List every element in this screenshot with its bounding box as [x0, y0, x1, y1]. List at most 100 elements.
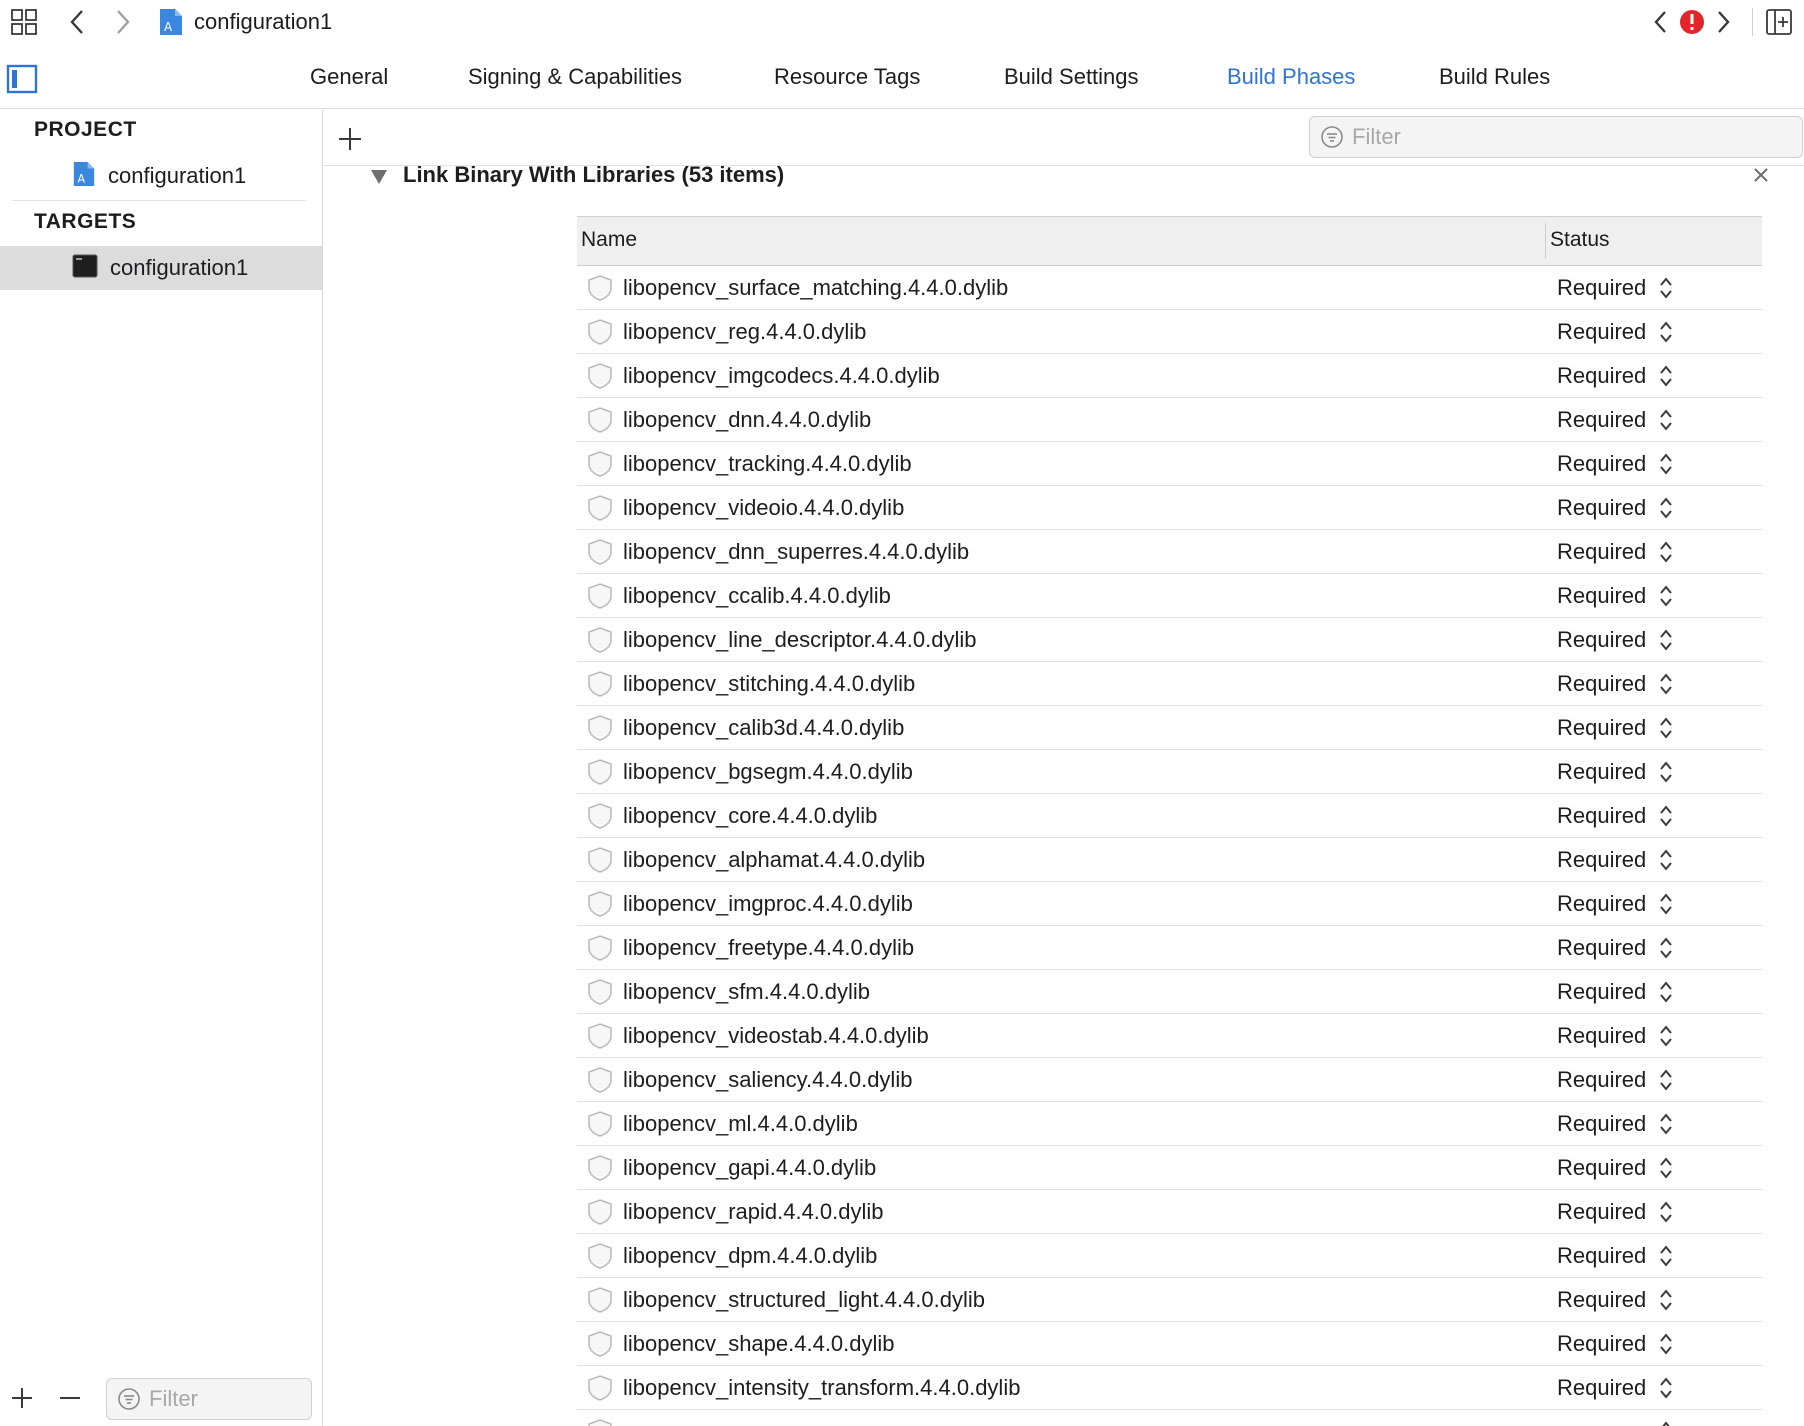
tab-signing-capabilities[interactable]: Signing & Capabilities	[468, 64, 682, 90]
grid-icon[interactable]	[8, 6, 40, 38]
library-status[interactable]: Required	[1557, 319, 1646, 345]
add-target-icon[interactable]	[10, 1386, 34, 1415]
status-stepper-icon[interactable]	[1658, 847, 1674, 878]
library-status[interactable]: Required	[1557, 1067, 1646, 1093]
error-badge-icon[interactable]	[1678, 6, 1706, 38]
status-stepper-icon[interactable]	[1658, 715, 1674, 746]
library-status[interactable]: Required	[1557, 847, 1646, 873]
table-row[interactable]: libopencv_tracking.4.4.0.dylib Required	[577, 442, 1762, 486]
library-status[interactable]: Required	[1557, 671, 1646, 697]
table-row[interactable]: libopencv_bgsegm.4.4.0.dylib Required	[577, 750, 1762, 794]
status-stepper-icon[interactable]	[1658, 451, 1674, 482]
status-stepper-icon[interactable]	[1658, 935, 1674, 966]
column-header-name[interactable]: Name	[581, 228, 637, 252]
disclosure-triangle-icon[interactable]	[369, 168, 389, 191]
table-row[interactable]: libopencv_stitching.4.4.0.dylib Required	[577, 662, 1762, 706]
tab-build-rules[interactable]: Build Rules	[1439, 64, 1550, 90]
status-stepper-icon[interactable]	[1658, 1111, 1674, 1142]
forward-chevron-icon[interactable]	[110, 6, 136, 38]
sidebar-filter-field[interactable]: Filter	[106, 1378, 312, 1420]
phase-filter-field[interactable]: Filter	[1309, 116, 1803, 158]
table-row[interactable]	[577, 1410, 1762, 1426]
table-row[interactable]: libopencv_gapi.4.4.0.dylib Required	[577, 1146, 1762, 1190]
remove-target-icon[interactable]	[58, 1386, 82, 1415]
table-row[interactable]: libopencv_dpm.4.4.0.dylib Required	[577, 1234, 1762, 1278]
status-stepper-icon[interactable]	[1658, 1067, 1674, 1098]
library-status[interactable]: Required	[1557, 803, 1646, 829]
table-row[interactable]: libopencv_line_descriptor.4.4.0.dylib Req…	[577, 618, 1762, 662]
library-status[interactable]: Required	[1557, 1375, 1646, 1401]
prev-issue-icon[interactable]	[1650, 6, 1670, 38]
table-row[interactable]: libopencv_dnn_superres.4.4.0.dylib Requir…	[577, 530, 1762, 574]
table-row[interactable]: libopencv_sfm.4.4.0.dylib Required	[577, 970, 1762, 1014]
close-phase-icon[interactable]	[1752, 166, 1770, 189]
library-status[interactable]: Required	[1557, 1287, 1646, 1313]
status-stepper-icon[interactable]	[1658, 671, 1674, 702]
library-status[interactable]: Required	[1557, 1023, 1646, 1049]
library-status[interactable]: Required	[1557, 275, 1646, 301]
table-row[interactable]: libopencv_core.4.4.0.dylib Required	[577, 794, 1762, 838]
sidebar-toggle-icon[interactable]	[6, 64, 38, 99]
status-stepper-icon[interactable]	[1658, 1287, 1674, 1318]
library-status[interactable]: Required	[1557, 451, 1646, 477]
table-row[interactable]: libopencv_rapid.4.4.0.dylib Required	[577, 1190, 1762, 1234]
status-stepper-icon[interactable]	[1658, 1023, 1674, 1054]
table-row[interactable]: libopencv_imgproc.4.4.0.dylib Required	[577, 882, 1762, 926]
library-status[interactable]: Required	[1557, 891, 1646, 917]
library-status[interactable]: Required	[1557, 627, 1646, 653]
document-title[interactable]: configuration1	[194, 6, 332, 38]
status-stepper-icon[interactable]	[1658, 407, 1674, 438]
table-row[interactable]: libopencv_freetype.4.4.0.dylib Required	[577, 926, 1762, 970]
library-status[interactable]: Required	[1557, 583, 1646, 609]
status-stepper-icon[interactable]	[1658, 319, 1674, 350]
library-status[interactable]: Required	[1557, 539, 1646, 565]
add-editor-icon[interactable]	[1764, 6, 1794, 38]
status-stepper-icon[interactable]	[1658, 803, 1674, 834]
table-row[interactable]: libopencv_videostab.4.4.0.dylib Required	[577, 1014, 1762, 1058]
table-row[interactable]: libopencv_intensity_transform.4.4.0.dyli…	[577, 1366, 1762, 1410]
status-stepper-icon[interactable]	[1658, 1155, 1674, 1186]
library-status[interactable]: Required	[1557, 363, 1646, 389]
table-row[interactable]: libopencv_structured_light.4.4.0.dylib Re…	[577, 1278, 1762, 1322]
table-row[interactable]: libopencv_videoio.4.4.0.dylib Required	[577, 486, 1762, 530]
library-status[interactable]: Required	[1557, 715, 1646, 741]
status-stepper-icon[interactable]	[1658, 1243, 1674, 1274]
library-status[interactable]: Required	[1557, 1199, 1646, 1225]
next-issue-icon[interactable]	[1714, 6, 1734, 38]
table-row[interactable]: libopencv_alphamat.4.4.0.dylib Required	[577, 838, 1762, 882]
table-row[interactable]: libopencv_imgcodecs.4.4.0.dylib Required	[577, 354, 1762, 398]
back-chevron-icon[interactable]	[64, 6, 90, 38]
phase-title[interactable]: Link Binary With Libraries (53 items)	[403, 162, 784, 188]
status-stepper-icon[interactable]	[1658, 363, 1674, 394]
status-stepper-icon[interactable]	[1658, 495, 1674, 526]
table-row[interactable]: libopencv_ccalib.4.4.0.dylib Required	[577, 574, 1762, 618]
table-row[interactable]: libopencv_ml.4.4.0.dylib Required	[577, 1102, 1762, 1146]
status-stepper-icon[interactable]	[1658, 979, 1674, 1010]
library-status[interactable]: Required	[1557, 1111, 1646, 1137]
status-stepper-icon[interactable]	[1658, 1331, 1674, 1362]
status-stepper-icon[interactable]	[1658, 1199, 1674, 1230]
tab-resource-tags[interactable]: Resource Tags	[774, 64, 920, 90]
library-status[interactable]: Required	[1557, 1243, 1646, 1269]
table-row[interactable]: libopencv_surface_matching.4.4.0.dylib Re…	[577, 266, 1762, 310]
tab-build-phases[interactable]: Build Phases	[1227, 64, 1355, 90]
add-phase-icon[interactable]	[337, 126, 363, 157]
library-status[interactable]: Required	[1557, 979, 1646, 1005]
status-stepper-icon[interactable]	[1658, 583, 1674, 614]
library-status[interactable]: Required	[1557, 495, 1646, 521]
library-status[interactable]: Required	[1557, 1155, 1646, 1181]
library-status[interactable]: Required	[1557, 1331, 1646, 1357]
column-header-status[interactable]: Status	[1550, 228, 1610, 252]
sidebar-item-target[interactable]: configuration1	[0, 246, 322, 290]
table-row[interactable]: libopencv_dnn.4.4.0.dylib Required	[577, 398, 1762, 442]
library-status[interactable]: Required	[1557, 759, 1646, 785]
tab-build-settings[interactable]: Build Settings	[1004, 64, 1139, 90]
table-row[interactable]: libopencv_reg.4.4.0.dylib Required	[577, 310, 1762, 354]
tab-general[interactable]: General	[310, 64, 388, 90]
library-status[interactable]: Required	[1557, 407, 1646, 433]
table-row[interactable]: libopencv_shape.4.4.0.dylib Required	[577, 1322, 1762, 1366]
table-row[interactable]: libopencv_saliency.4.4.0.dylib Required	[577, 1058, 1762, 1102]
status-stepper-icon[interactable]	[1658, 627, 1674, 658]
sidebar-item-project[interactable]: A configuration1	[0, 154, 322, 198]
status-stepper-icon[interactable]	[1658, 891, 1674, 922]
